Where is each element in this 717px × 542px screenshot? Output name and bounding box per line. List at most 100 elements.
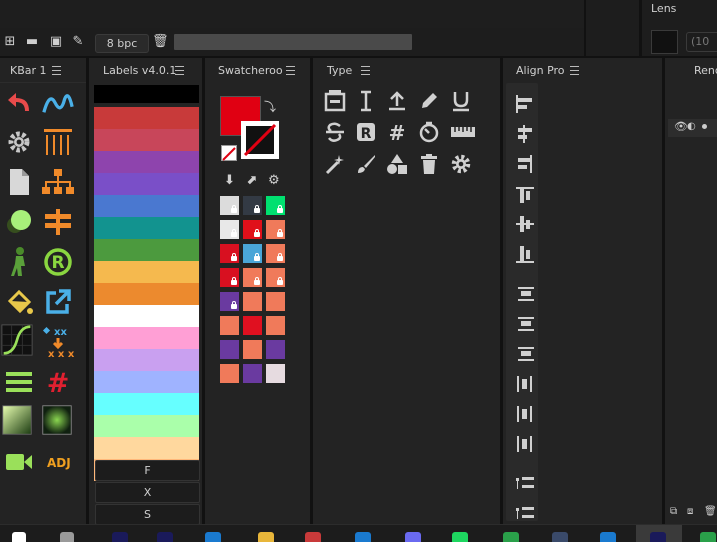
bit-depth-button[interactable]: 8 bpc (95, 34, 149, 53)
folder-icon[interactable]: ▬ (24, 34, 40, 50)
list-icon[interactable] (3, 366, 35, 398)
flowchart-icon[interactable]: ✎ (70, 34, 86, 50)
brush-icon[interactable] (355, 153, 377, 175)
label-color-swatch[interactable] (94, 371, 199, 393)
label-color-swatch[interactable] (94, 415, 199, 437)
panel-menu-icon[interactable] (361, 66, 370, 75)
align-top-icon[interactable] (514, 186, 538, 204)
panel-menu-icon[interactable] (52, 66, 61, 75)
label-color-swatch[interactable] (94, 85, 199, 103)
color-swatch[interactable] (266, 364, 285, 383)
swap-colors-icon[interactable]: ⤵ (264, 98, 276, 115)
hierarchy-icon[interactable] (42, 166, 74, 198)
color-swatch[interactable] (266, 268, 285, 287)
label-color-swatch[interactable] (94, 217, 199, 239)
trash-icon[interactable]: 🗑 (152, 34, 169, 50)
underline-icon[interactable] (450, 90, 472, 112)
hash-tag-icon[interactable]: # (386, 121, 408, 145)
color-swatch[interactable] (266, 244, 285, 263)
undo-icon[interactable] (3, 86, 35, 118)
external-link-icon[interactable] (42, 286, 74, 318)
label-color-swatch[interactable] (94, 261, 199, 283)
label-color-swatch[interactable] (94, 239, 199, 261)
lens-value-field[interactable]: (10 (686, 32, 717, 52)
upload-icon[interactable] (386, 90, 408, 112)
signpost-icon[interactable] (42, 206, 74, 238)
walking-figure-icon[interactable] (3, 246, 35, 278)
label-button-f[interactable]: F (95, 460, 200, 481)
pencil-icon[interactable] (418, 90, 440, 112)
text-cursor-icon[interactable] (355, 90, 377, 112)
color-swatch[interactable] (243, 196, 262, 215)
color-swatch[interactable] (266, 196, 285, 215)
align-center-v-icon[interactable] (514, 215, 538, 233)
panel-menu-icon[interactable] (175, 66, 184, 75)
search-field[interactable] (174, 34, 412, 50)
color-swatch[interactable] (243, 316, 262, 335)
distribute-center-h-icon[interactable] (514, 405, 538, 423)
label-color-swatch[interactable] (94, 129, 199, 151)
trash-bin-icon[interactable]: 🗑 (704, 506, 717, 517)
distribute-center-v-icon[interactable] (514, 315, 538, 333)
distribute-right-icon[interactable] (514, 435, 538, 453)
label-color-swatch[interactable] (94, 305, 199, 327)
align-bottom-icon[interactable] (514, 245, 538, 263)
color-swatch[interactable] (243, 340, 262, 359)
panel-menu-icon[interactable] (286, 66, 295, 75)
motion-blur-icon[interactable] (3, 206, 35, 238)
settings-icon[interactable]: ⚙ (268, 173, 280, 188)
distribute-bottom-icon[interactable] (514, 345, 538, 363)
shapes-icon[interactable] (386, 153, 408, 175)
label-color-swatch[interactable] (94, 107, 199, 129)
label-button-x[interactable]: X (95, 482, 200, 503)
timer-icon[interactable] (418, 121, 440, 143)
flowchart-view-icon[interactable]: ⧉ (670, 506, 677, 517)
color-swatch[interactable] (220, 196, 239, 215)
render-settings-icon[interactable]: ⊞ (2, 34, 18, 50)
label-button-s[interactable]: S (95, 504, 200, 525)
gear-settings-icon[interactable] (450, 153, 472, 175)
video-camera-icon[interactable] (3, 446, 35, 478)
color-swatch[interactable] (243, 364, 262, 383)
document-icon[interactable] (3, 166, 35, 198)
distribute-spacing-icon[interactable] (514, 475, 538, 493)
color-swatch[interactable] (220, 220, 239, 239)
distribute-left-icon[interactable] (514, 375, 538, 393)
label-color-swatch[interactable] (94, 283, 199, 305)
gradient-icon[interactable] (1, 404, 33, 436)
label-color-swatch[interactable] (94, 327, 199, 349)
color-swatch[interactable] (243, 244, 262, 263)
adjustment-layer-button[interactable]: ADJ (47, 456, 71, 470)
stroke-color-swatch[interactable] (241, 121, 279, 159)
color-swatch[interactable] (266, 316, 285, 335)
label-color-swatch[interactable] (94, 151, 199, 173)
color-swatch[interactable] (220, 292, 239, 311)
composition-icon[interactable]: ▣ (48, 34, 64, 50)
color-swatch[interactable] (220, 244, 239, 263)
arrow-up-right-icon[interactable]: ⬈ (246, 173, 257, 188)
gear-icon[interactable] (3, 126, 35, 158)
color-swatch[interactable] (220, 268, 239, 287)
color-swatch[interactable] (220, 316, 239, 335)
columns-icon[interactable] (42, 126, 74, 158)
strikethrough-icon[interactable] (324, 121, 346, 143)
ruler-icon[interactable] (450, 121, 475, 143)
label-color-swatch[interactable] (94, 393, 199, 415)
vignette-icon[interactable] (41, 404, 73, 436)
eye-icon[interactable]: 👁 (674, 120, 688, 133)
hash-icon[interactable]: # (42, 366, 74, 398)
arrow-down-icon[interactable]: ⬇ (224, 173, 235, 188)
label-color-swatch[interactable] (94, 195, 199, 217)
magic-wand-icon[interactable] (324, 153, 346, 175)
align-center-h-icon[interactable] (514, 125, 538, 143)
none-color-icon[interactable] (221, 145, 237, 161)
label-color-swatch[interactable] (94, 437, 199, 459)
paint-bucket-icon[interactable] (3, 286, 35, 318)
audio-icon[interactable]: ◐ (687, 121, 696, 132)
label-color-swatch[interactable] (94, 349, 199, 371)
color-swatch[interactable] (243, 220, 262, 239)
text-box-icon[interactable] (324, 90, 346, 112)
color-swatch[interactable] (266, 340, 285, 359)
sequence-layers-icon[interactable]: xx x x x (42, 326, 74, 358)
panel-menu-icon[interactable] (570, 66, 579, 75)
